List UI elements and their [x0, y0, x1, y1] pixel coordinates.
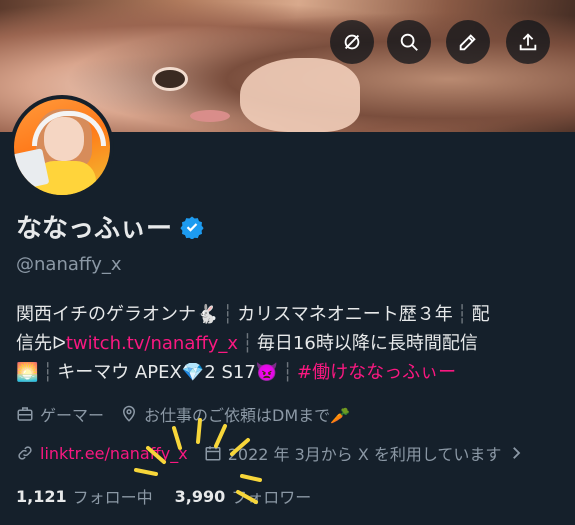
verified-badge-icon[interactable] — [180, 215, 204, 239]
profile-avatar[interactable] — [10, 95, 114, 199]
bio-separator: ┆ — [222, 304, 234, 325]
bio-text: キーマウ APEX💎2 S17👿 — [57, 362, 279, 383]
chevron-right-icon — [513, 447, 521, 459]
link-icon — [18, 446, 32, 460]
name-row: ななっふぃー — [16, 208, 204, 245]
following-label[interactable]: フォロー中 — [73, 484, 153, 508]
incognito-button[interactable] — [330, 20, 374, 64]
twitch-link[interactable]: twitch.tv/nanaffy_x — [66, 333, 238, 354]
following-count[interactable]: 1,121 — [16, 487, 67, 506]
joined-date[interactable]: 2022 年 3月から X を利用しています — [204, 441, 532, 465]
briefcase-icon — [17, 407, 33, 421]
bio-line-1: 関西イチのゲラオンナ🐇 ┆ カリスマネオニート歴３年 ┆ 配 — [16, 300, 566, 329]
bio-emoji: 🌅 — [16, 362, 39, 383]
bio-text: カリスマネオニート歴３年 — [237, 304, 453, 325]
location-label: お仕事のご依頼はDMまで🥕 — [144, 406, 351, 425]
joined-label: 2022 年 3月から X を利用しています — [227, 445, 502, 464]
edit-icon — [459, 34, 476, 51]
username: @nanaffy_x — [16, 254, 122, 275]
banner-hand — [240, 58, 360, 132]
search-button[interactable] — [387, 20, 431, 64]
bio-line-2: 信先ᐅtwitch.tv/nanaffy_x ┆ 毎日16時以降に長時間配信 — [16, 329, 566, 358]
profile-meta-row-2: linktr.ee/nanaffy_x 2022 年 3月から X を利用してい… — [16, 441, 547, 465]
category-label: ゲーマー — [40, 406, 105, 425]
bio-separator: ┆ — [456, 304, 468, 325]
edit-button[interactable] — [446, 20, 490, 64]
bio-text: 配 — [471, 304, 490, 325]
banner-lips — [190, 110, 230, 122]
follow-stats: 1,121 フォロー中 3,990 フォロワー — [16, 484, 333, 508]
bio-separator: ┆ — [42, 362, 54, 383]
bio-text: 関西イチのゲラオンナ🐇 — [16, 304, 219, 325]
banner-eye — [155, 70, 185, 88]
calendar-icon — [205, 446, 221, 461]
hashtag-link[interactable]: #働けななっふぃー — [297, 362, 456, 383]
bio-text: 信先ᐅ — [16, 333, 66, 354]
profile-bio: 関西イチのゲラオンナ🐇 ┆ カリスマネオニート歴３年 ┆ 配 信先ᐅtwitch.tv/… — [16, 300, 566, 387]
bio-separator: ┆ — [242, 333, 253, 354]
category: ゲーマー — [16, 402, 104, 426]
followers-label[interactable]: フォロワー — [231, 484, 311, 508]
display-name: ななっふぃー — [16, 214, 173, 244]
incognito-icon — [344, 34, 360, 50]
share-icon — [519, 33, 537, 51]
bio-text: 毎日16時以降に長時間配信 — [256, 333, 478, 354]
search-icon — [400, 33, 418, 51]
profile-meta-row-1: ゲーマー お仕事のご依頼はDMまで🥕 — [16, 402, 366, 426]
bio-line-3: 🌅 ┆ キーマウ APEX💎2 S17👿 ┆ #働けななっふぃー — [16, 358, 566, 387]
location-pin-icon — [123, 405, 136, 422]
bio-separator: ┆ — [282, 362, 294, 383]
website[interactable]: linktr.ee/nanaffy_x — [16, 444, 188, 463]
website-link[interactable]: linktr.ee/nanaffy_x — [40, 444, 188, 463]
share-button[interactable] — [506, 20, 550, 64]
location: お仕事のご依頼はDMまで🥕 — [120, 402, 350, 426]
followers-count[interactable]: 3,990 — [175, 487, 226, 506]
